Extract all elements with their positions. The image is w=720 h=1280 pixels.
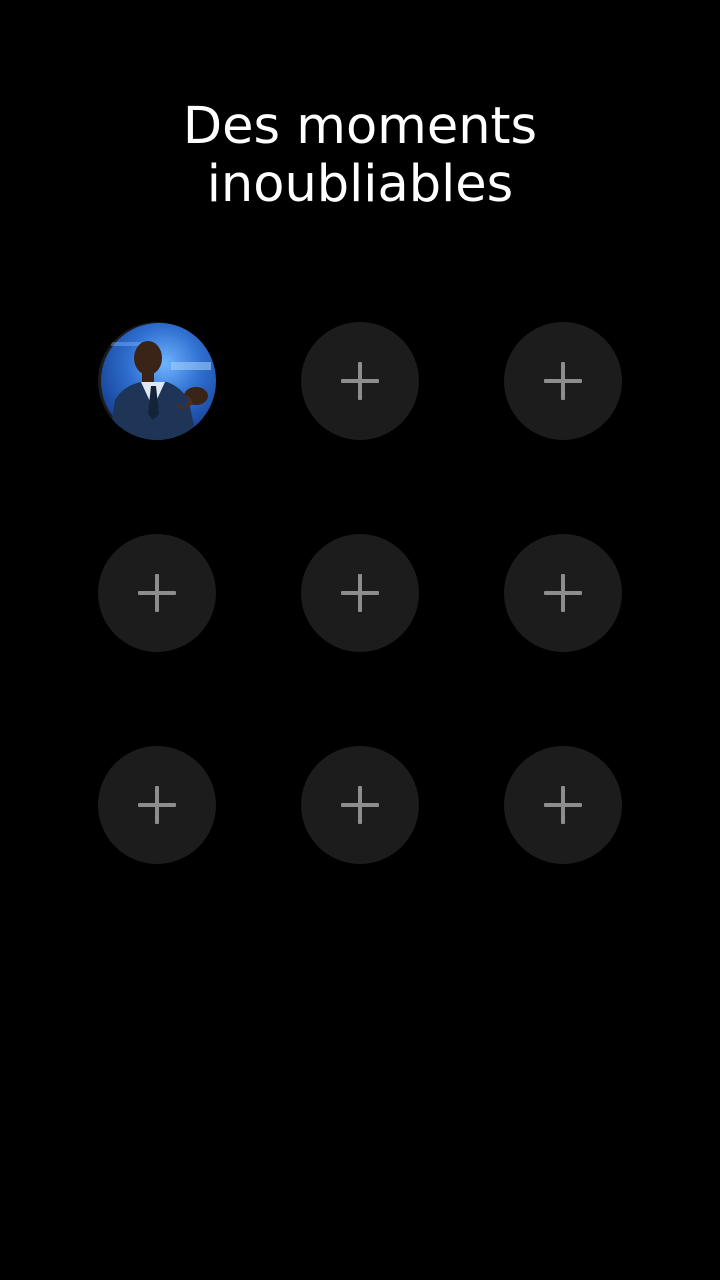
- add-moment-button[interactable]: [301, 746, 419, 864]
- title-line-1: Des moments: [182, 97, 538, 156]
- add-moment-button[interactable]: [301, 322, 419, 440]
- page-title: Des moments inoubliables: [0, 98, 720, 214]
- add-moment-button[interactable]: [504, 534, 622, 652]
- plus-icon: [544, 574, 582, 612]
- plus-icon: [341, 786, 379, 824]
- slot-1-filled[interactable]: [98, 322, 216, 440]
- plus-icon: [138, 574, 176, 612]
- title-line-2: inoubliables: [206, 155, 514, 214]
- plus-icon: [138, 786, 176, 824]
- plus-icon: [341, 574, 379, 612]
- moments-grid: [98, 322, 622, 864]
- plus-icon: [341, 362, 379, 400]
- add-moment-button[interactable]: [301, 534, 419, 652]
- add-moment-button[interactable]: [504, 322, 622, 440]
- avatar-photo: [101, 323, 216, 440]
- add-moment-button[interactable]: [98, 746, 216, 864]
- add-moment-button[interactable]: [98, 534, 216, 652]
- plus-icon: [544, 362, 582, 400]
- add-moment-button[interactable]: [504, 746, 622, 864]
- plus-icon: [544, 786, 582, 824]
